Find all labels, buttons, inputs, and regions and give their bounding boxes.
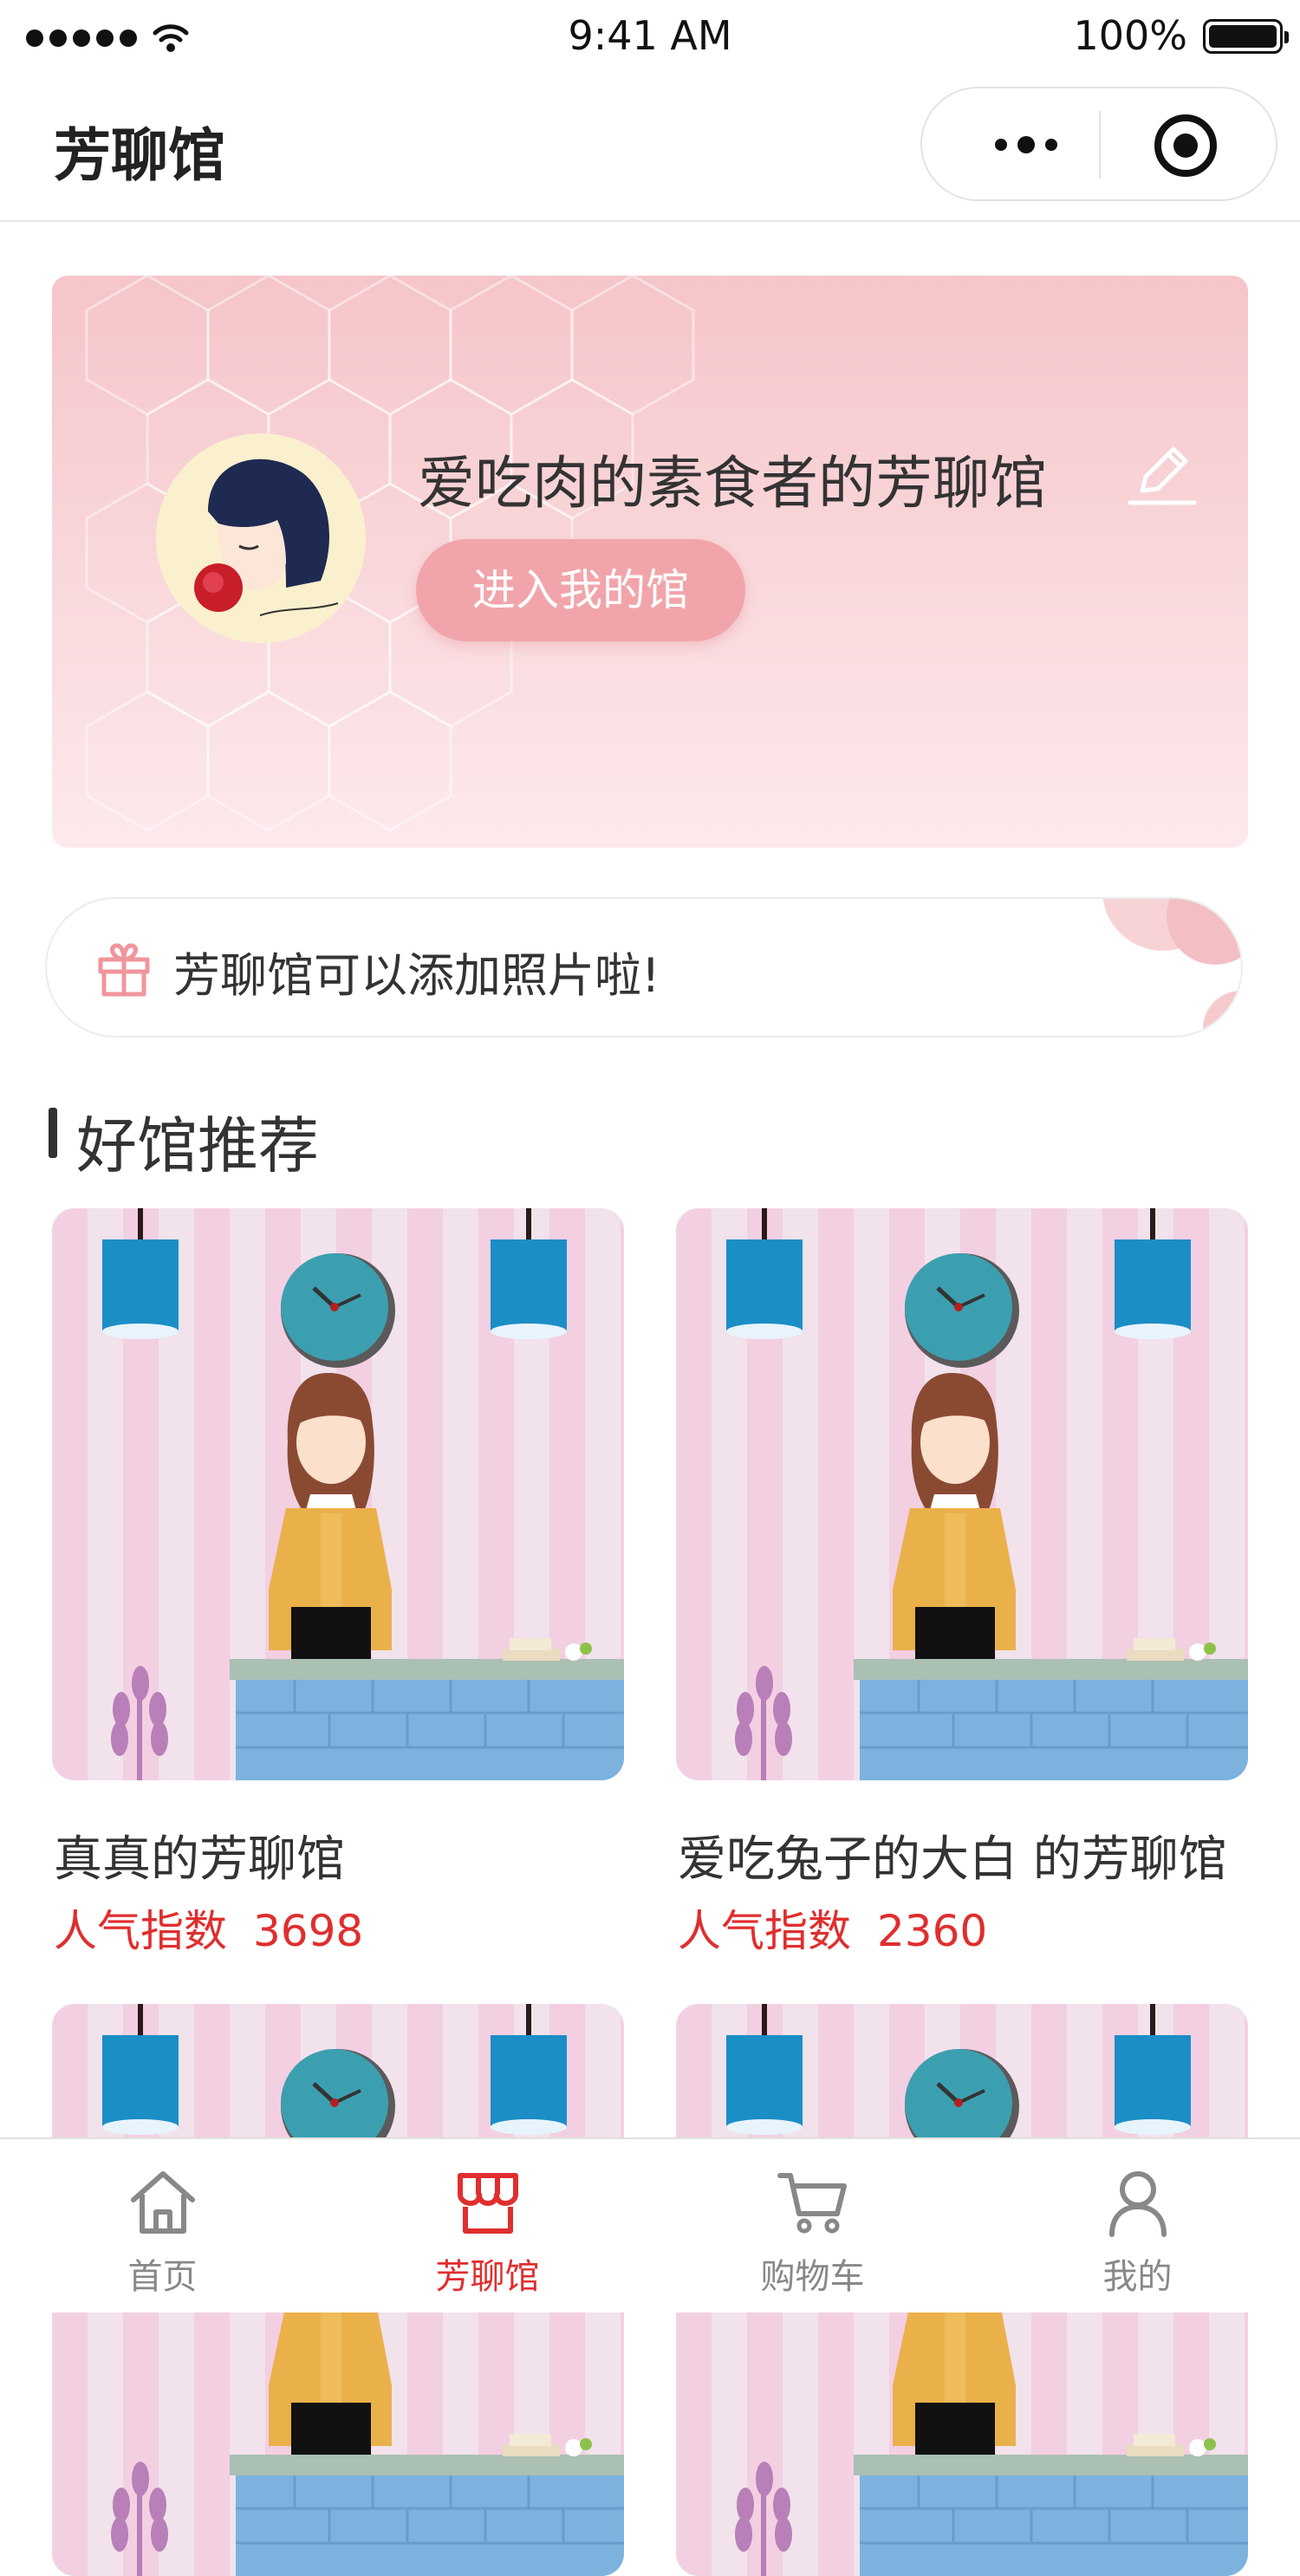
- battery-percent: 100%: [1073, 12, 1187, 59]
- tab-cart[interactable]: 购物车: [650, 2139, 975, 2313]
- enter-my-hall-button[interactable]: 进入我的馆: [416, 539, 745, 641]
- tab-bar: 首页 芳聊馆 购物车 我的: [0, 2137, 1300, 2313]
- section-marker: [49, 1108, 57, 1158]
- capsule-divider: [1099, 111, 1101, 179]
- cart-icon: [777, 2173, 847, 2234]
- hall-card-popularity: 人气指数 2360: [678, 1896, 987, 1959]
- section-title: 好馆推荐: [76, 1110, 319, 1181]
- more-icon[interactable]: [974, 116, 1078, 173]
- hall-card-popularity: 人气指数 3698: [54, 1896, 363, 1959]
- tab-label: 芳聊馆: [435, 2257, 540, 2297]
- hall-card-image[interactable]: [52, 1208, 624, 1780]
- miniprogram-capsule: [920, 87, 1277, 201]
- hall-name: 爱吃肉的素食者的芳聊馆: [418, 450, 1047, 517]
- tab-mine[interactable]: 我的: [975, 2139, 1300, 2313]
- edit-icon[interactable]: [1125, 437, 1198, 510]
- popularity-value: 2360: [877, 1906, 988, 1956]
- user-icon: [1108, 2171, 1167, 2237]
- avatar[interactable]: [156, 433, 366, 643]
- tab-hall[interactable]: 芳聊馆: [325, 2139, 650, 2313]
- popularity-value: 3698: [253, 1906, 364, 1956]
- tab-label: 购物车: [760, 2257, 865, 2297]
- hall-card-name[interactable]: 真真的芳聊馆: [54, 1820, 345, 1890]
- gift-icon: [98, 943, 150, 997]
- close-target-icon[interactable]: [1154, 114, 1217, 177]
- shop-icon: [457, 2173, 518, 2234]
- notice-bar[interactable]: 芳聊馆可以添加照片啦!: [45, 897, 1243, 1038]
- tab-label: 我的: [1102, 2257, 1173, 2297]
- hall-card-name[interactable]: 爱吃兔子的大白 的芳聊馆: [678, 1820, 1227, 1890]
- status-bar: 9:41 AM 100%: [0, 0, 1300, 76]
- bubble-decoration: [1102, 899, 1241, 1036]
- battery-icon: [1203, 19, 1289, 54]
- my-hall-banner: 爱吃肉的素食者的芳聊馆 进入我的馆: [52, 276, 1248, 848]
- popularity-label: 人气指数: [54, 1906, 227, 1956]
- popularity-label: 人气指数: [678, 1906, 851, 1956]
- nav-bar: 芳聊馆: [0, 76, 1300, 222]
- tab-label: 首页: [127, 2257, 198, 2297]
- notice-text: 芳聊馆可以添加照片啦!: [173, 948, 660, 1003]
- page-title: 芳聊馆: [54, 122, 225, 189]
- home-icon: [130, 2171, 195, 2234]
- hall-card-image[interactable]: [676, 1208, 1248, 1780]
- tab-home[interactable]: 首页: [0, 2139, 325, 2313]
